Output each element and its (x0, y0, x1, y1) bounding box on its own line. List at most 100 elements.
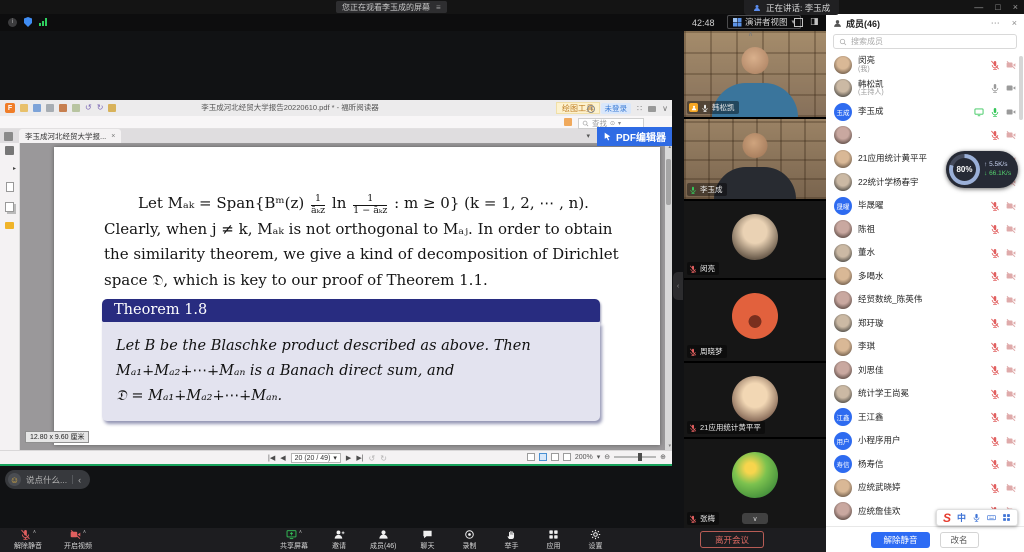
prev-view-icon[interactable]: ↺ (369, 454, 376, 463)
member-row[interactable]: 陈祖 (826, 218, 1024, 242)
emoji-icon[interactable]: ☺ (8, 473, 21, 486)
ime-language-toggle[interactable]: 中 (957, 511, 966, 524)
collapse-caption-icon[interactable]: ‹ (78, 475, 81, 485)
view-mode-single-icon[interactable] (527, 453, 535, 461)
expand-sidebar-icon[interactable]: ▸ (13, 165, 16, 172)
chevron-up-icon[interactable]: ∧ (299, 529, 303, 535)
member-row[interactable]: . (826, 124, 1024, 148)
scrollbar-thumb[interactable] (1019, 56, 1023, 120)
video-tile[interactable]: 周晓梦 (684, 280, 826, 361)
info-icon[interactable]: i (8, 18, 17, 27)
collapse-videos-button[interactable]: ∨ (742, 513, 768, 524)
toolbar-button[interactable]: 邀请 (324, 529, 354, 551)
video-tile[interactable]: 闵亮 (684, 201, 826, 278)
toolbar-button[interactable]: 应用 (538, 529, 568, 551)
chevron-down-icon[interactable]: ▾ (597, 453, 601, 461)
more-options-icon[interactable]: ⋯ (991, 18, 1000, 29)
print-icon[interactable] (46, 104, 54, 112)
view-mode-button[interactable]: 演讲者视图 ▾ (727, 15, 801, 29)
menu-icon[interactable]: ≡ (436, 3, 441, 12)
side-panel-toggle-icon[interactable]: ◨ (810, 16, 819, 27)
next-page-icon[interactable]: ▶ (346, 454, 351, 462)
maximize-icon[interactable]: □ (995, 2, 1000, 12)
pdf-menu-tab[interactable] (14, 116, 26, 129)
pdf-menu-tab[interactable] (86, 116, 98, 129)
caption-input[interactable]: 说点什么... (26, 474, 67, 486)
toolbar-button[interactable]: 录制 (454, 529, 484, 551)
prev-page-icon[interactable]: ◀ (280, 454, 285, 462)
history-icon[interactable] (587, 105, 595, 113)
member-row[interactable]: 闵亮 (我) (826, 53, 1024, 77)
zoom-level[interactable]: 200% (575, 454, 593, 461)
hand-tool-icon[interactable] (108, 104, 116, 112)
leave-meeting-button[interactable]: 离开会议 (700, 531, 764, 548)
pdf-menu-tab[interactable] (146, 116, 158, 129)
snapshot-icon[interactable] (564, 118, 572, 126)
comments-panel-icon[interactable] (5, 222, 14, 229)
member-row[interactable]: 统计学王尚冕 (826, 382, 1024, 406)
member-row[interactable]: 多喝水 (826, 265, 1024, 289)
toolbar-button[interactable]: 设置 (580, 529, 610, 551)
performance-gauge-overlay[interactable]: 80% ↑ 5.5K/s ↓ 66.1K/s (946, 151, 1018, 188)
toolbar-button[interactable]: ∧ 解除静音 (10, 529, 46, 551)
chevron-up-icon[interactable]: ∧ (33, 529, 37, 535)
view-mode-facing-icon[interactable] (551, 453, 559, 461)
video-tile[interactable]: 21应用统计黄平平 (684, 363, 826, 437)
video-tile[interactable]: 张梅 ∨ (684, 439, 826, 528)
vertical-scrollbar[interactable]: ▴ ▾ (665, 143, 672, 450)
caption-input-bar[interactable]: ☺ 说点什么... ‹ (5, 470, 90, 489)
pdf-menu-tab[interactable] (134, 116, 146, 129)
zoom-out-icon[interactable]: ⊖ (604, 453, 610, 461)
member-row[interactable]: 刘思佳 (826, 359, 1024, 383)
search-members-input[interactable]: 搜索成员 (833, 34, 1017, 49)
pdf-menu-tab[interactable] (62, 116, 74, 129)
view-mode-continuous-icon[interactable] (539, 453, 547, 461)
sidebar-toggle-icon[interactable] (4, 132, 13, 141)
close-panel-icon[interactable]: × (1012, 18, 1017, 28)
member-row[interactable]: 江鑫 王江鑫 (826, 406, 1024, 430)
grid-icon[interactable]: ∷ (637, 104, 642, 113)
member-row[interactable]: 用户 小程序用户 (826, 429, 1024, 453)
zoom-slider-thumb[interactable] (638, 453, 642, 461)
unmute-button[interactable]: 解除静音 (871, 532, 929, 548)
tab-list-chevron-icon[interactable]: ▾ (586, 132, 590, 140)
member-row[interactable]: 玉成 李玉成 (826, 100, 1024, 124)
close-tab-icon[interactable]: × (111, 133, 115, 140)
member-row[interactable]: 晟曜 毕晟曜 (826, 194, 1024, 218)
layers-panel-icon[interactable] (5, 202, 14, 212)
collapse-video-panel-handle[interactable]: ‹ (673, 272, 683, 300)
undo-icon[interactable]: ↺ (85, 104, 92, 112)
save-icon[interactable] (33, 104, 41, 112)
document-tab[interactable]: 李玉成河北经贸大学报... × (19, 129, 121, 143)
pdf-menu-tab[interactable] (26, 116, 38, 129)
chevron-down-icon[interactable]: ▾ (618, 120, 621, 127)
member-row[interactable]: 董水 (826, 241, 1024, 265)
collapse-strip-chevron-icon[interactable]: ∧ (748, 30, 753, 38)
video-tile[interactable]: 李玉成 (684, 119, 826, 199)
collapse-ribbon-icon[interactable]: ∨ (662, 104, 668, 113)
member-row[interactable]: 郑玗璇 (826, 312, 1024, 336)
pdf-menu-tab[interactable] (98, 116, 110, 129)
pdf-menu-tab[interactable] (2, 116, 14, 129)
page-thumbnails-icon[interactable] (6, 182, 14, 192)
scroll-down-icon[interactable]: ▾ (668, 443, 671, 449)
next-view-icon[interactable]: ↻ (380, 454, 387, 463)
pdf-menu-tab[interactable] (38, 116, 50, 129)
login-status-badge[interactable]: 未登录 (601, 103, 632, 114)
scrollbar-thumb[interactable] (666, 159, 671, 205)
member-row[interactable]: 李琪 (826, 335, 1024, 359)
pdf-menu-tab[interactable] (74, 116, 86, 129)
member-row[interactable]: 经贸数统_陈英伟 (826, 288, 1024, 312)
network-signal-icon[interactable] (39, 18, 47, 26)
video-tile[interactable]: 韩松凯 (684, 31, 826, 117)
close-icon[interactable]: × (1013, 2, 1018, 12)
email-icon[interactable] (59, 104, 67, 112)
toolbar-button[interactable]: 成员(46) (366, 529, 400, 551)
find-options-icon[interactable]: ⊙ (610, 120, 615, 127)
pdf-menu-tab[interactable] (110, 116, 122, 129)
first-page-icon[interactable]: |◀ (268, 454, 275, 462)
minimize-icon[interactable]: — (974, 2, 983, 12)
toolbar-button[interactable]: ∧ 共享屏幕 (276, 529, 312, 551)
clipboard-icon[interactable] (72, 104, 80, 112)
toolbar-button[interactable]: 聊天 (412, 529, 442, 551)
